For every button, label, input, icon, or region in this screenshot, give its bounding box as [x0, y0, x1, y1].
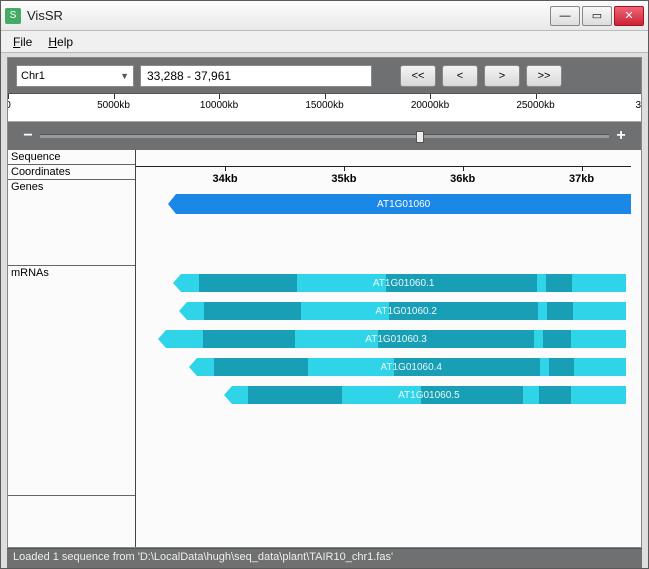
mrna-feature[interactable]: AT1G01060.2	[187, 302, 626, 320]
exon-block	[214, 358, 308, 376]
overview-tick-label: 15000kb	[305, 100, 343, 111]
exon-block	[248, 386, 343, 404]
axis-tick-label: 34kb	[213, 173, 238, 185]
exon-block	[547, 302, 573, 320]
status-bar: Loaded 1 sequence from 'D:\LocalData\hug…	[7, 548, 642, 568]
nav-first-button[interactable]: <<	[400, 65, 436, 87]
mrna-feature[interactable]: AT1G01060.3	[166, 330, 626, 348]
zoom-out-button[interactable]: −	[22, 127, 34, 145]
exon-block	[543, 330, 571, 348]
nav-next-button[interactable]: >	[484, 65, 520, 87]
exon-block	[546, 274, 573, 292]
close-button[interactable]: ✕	[614, 6, 644, 26]
exon-block	[549, 358, 575, 376]
overview-tick-label: 30	[635, 100, 642, 111]
mrna-label: AT1G01060.1	[373, 278, 435, 289]
app-icon: S	[5, 8, 21, 24]
track-label-genes: Genes	[8, 180, 135, 266]
overview-tick-label: 10000kb	[200, 100, 238, 111]
chromosome-select-value: Chr1	[21, 70, 45, 82]
exon-block	[203, 330, 295, 348]
chevron-down-icon: ▼	[120, 71, 129, 81]
mrna-feature[interactable]: AT1G01060.1	[181, 274, 625, 292]
gene-feature[interactable]: AT1G01060	[176, 194, 631, 214]
zoom-slider[interactable]	[40, 134, 609, 138]
zoom-thumb[interactable]	[416, 131, 424, 143]
track-label-coordinates: Coordinates	[8, 165, 135, 180]
minimize-button[interactable]: —	[550, 6, 580, 26]
zoom-in-button[interactable]: +	[615, 127, 627, 145]
exon-block	[199, 274, 297, 292]
position-input[interactable]	[140, 65, 372, 87]
overview-tick-label: 20000kb	[411, 100, 449, 111]
menu-help[interactable]: Help	[40, 33, 81, 51]
axis-tick-label: 37kb	[569, 173, 594, 185]
mrna-feature[interactable]: AT1G01060.5	[232, 386, 626, 404]
mrna-label: AT1G01060.4	[380, 362, 442, 373]
nav-last-button[interactable]: >>	[526, 65, 562, 87]
exon-block	[204, 302, 301, 320]
exon-block	[539, 386, 571, 404]
overview-tick-label: 5000kb	[97, 100, 130, 111]
maximize-button[interactable]: ▭	[582, 6, 612, 26]
overview-tick-label: 0	[7, 100, 11, 111]
mrna-label: AT1G01060.3	[365, 334, 427, 345]
chromosome-select[interactable]: Chr1 ▼	[16, 65, 134, 87]
window-title: VisSR	[27, 8, 550, 23]
axis-tick-label: 36kb	[450, 173, 475, 185]
overview-ruler[interactable]: 0 5000kb 10000kb 15000kb 20000kb 25000kb 30	[8, 94, 641, 122]
track-label-sequence: Sequence	[8, 150, 135, 165]
mrna-feature[interactable]: AT1G01060.4	[197, 358, 626, 376]
mrna-label: AT1G01060.5	[398, 390, 460, 401]
mrna-label: AT1G01060.2	[375, 306, 437, 317]
axis-tick-label: 35kb	[331, 173, 356, 185]
nav-prev-button[interactable]: <	[442, 65, 478, 87]
overview-tick-label: 25000kb	[516, 100, 554, 111]
track-label-mrnas: mRNAs	[8, 266, 135, 496]
menu-file[interactable]: File	[5, 33, 40, 51]
